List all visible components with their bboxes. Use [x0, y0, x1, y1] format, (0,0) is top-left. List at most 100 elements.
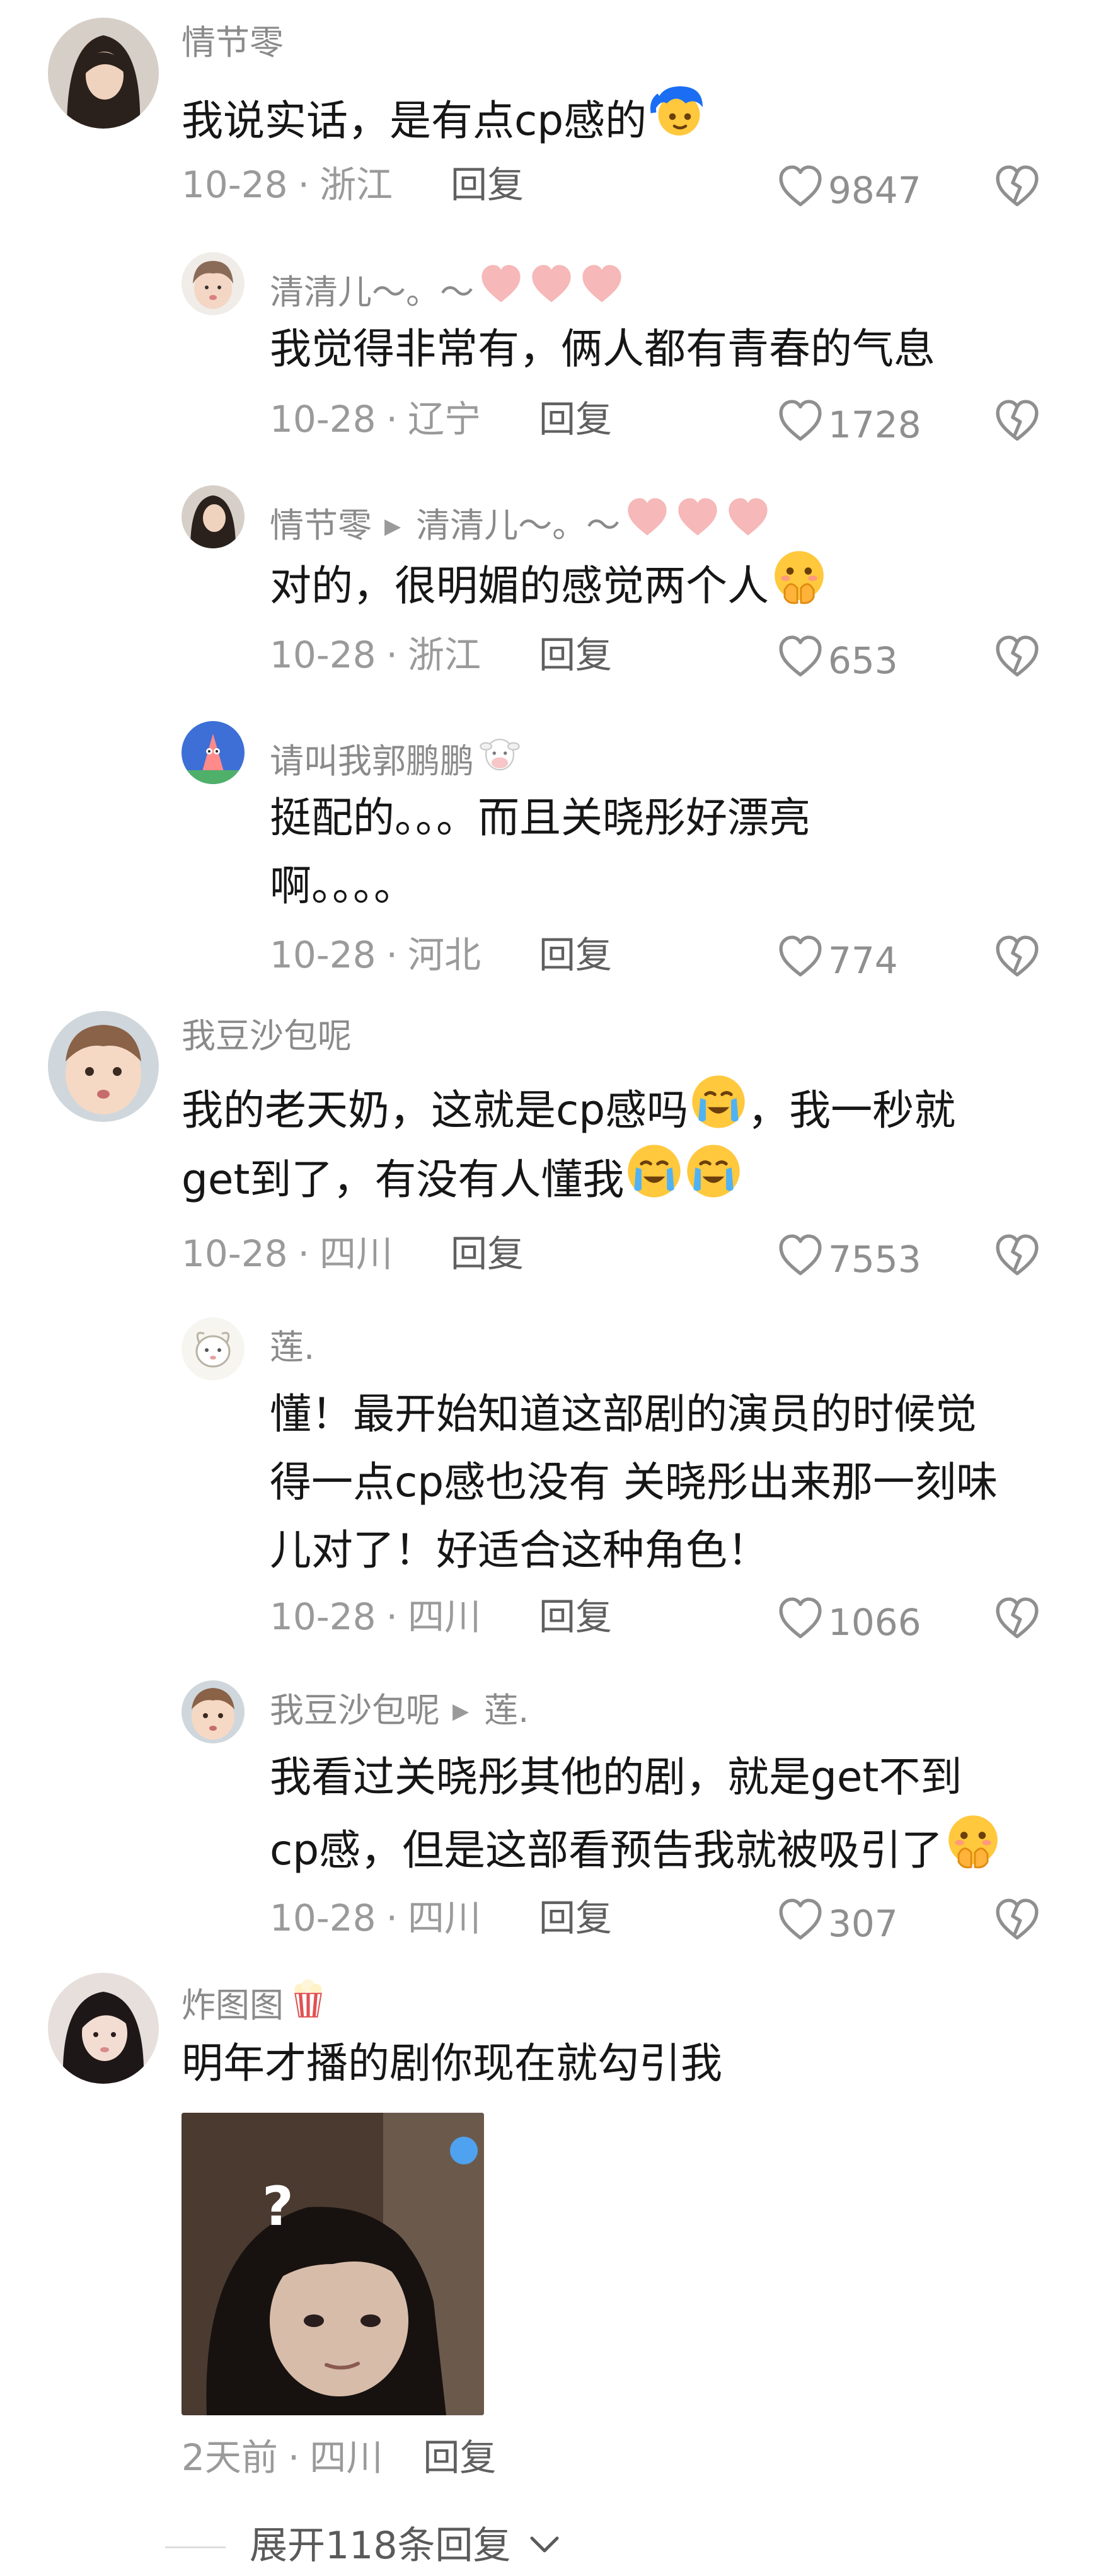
popcorn-badge-icon [287, 1978, 329, 2028]
comment-date: 2天前 [182, 2436, 278, 2479]
like-count: 1728 [828, 403, 921, 446]
pink-heart-icon [674, 495, 721, 548]
dislike-button[interactable] [993, 1232, 1041, 1282]
comment-meta: 10-28 · 四川 回复 [270, 1595, 613, 1638]
reply-button[interactable]: 回复 [451, 1232, 524, 1275]
heart-icon [776, 397, 824, 445]
like-count: 9847 [828, 169, 921, 212]
sticker-image[interactable]: ? [182, 2113, 484, 2415]
comment-date: 10-28 [270, 398, 376, 441]
pink-heart-icon [725, 495, 771, 548]
username[interactable]: 请叫我郭鹏鹏 [270, 731, 522, 784]
like-button[interactable]: 307 [776, 1896, 898, 1946]
dislike-button[interactable] [993, 1896, 1041, 1946]
avatar[interactable] [182, 721, 245, 784]
heart-icon [776, 1595, 824, 1643]
reply-button[interactable]: 回复 [539, 398, 612, 441]
divider [165, 2546, 226, 2548]
comment-text: 我说实话，是有点cp感的 [182, 81, 708, 161]
reply-button[interactable]: 回复 [539, 1897, 612, 1939]
username[interactable]: 莲. [270, 1327, 314, 1368]
comment-date: 10-28 [270, 933, 376, 976]
username[interactable]: 我豆沙包呢 [182, 1016, 352, 1056]
heart-icon [776, 933, 824, 981]
comment-date: 10-28 [270, 1595, 376, 1638]
pink-heart-icon [478, 262, 524, 315]
like-button[interactable]: 1728 [776, 397, 921, 447]
heart-icon [776, 1896, 824, 1944]
comment-region: 四川 [309, 2436, 383, 2479]
like-button[interactable]: 7553 [776, 1232, 921, 1281]
username[interactable]: 情节零 ▶ 清清儿～。～ [270, 495, 771, 548]
comment-text: 我觉得非常有，俩人都有青春的气息 [270, 325, 935, 373]
comment-region: 辽宁 [407, 398, 481, 441]
reply-button[interactable]: 回复 [539, 933, 612, 976]
comment-region: 四川 [407, 1897, 481, 1939]
expand-replies-button[interactable]: 展开118条回复 [250, 2524, 562, 2568]
comment-text: 对的，很明媚的感觉两个人 [270, 548, 828, 627]
broken-heart-icon [993, 1232, 1041, 1279]
comment-region: 河北 [407, 933, 481, 976]
username[interactable]: 我豆沙包呢 ▶ 莲. [270, 1690, 529, 1731]
broken-heart-icon [993, 1595, 1041, 1643]
comment-text-line: 啊。。。。 [270, 862, 415, 910]
heart-icon [776, 163, 824, 211]
like-button[interactable]: 9847 [776, 163, 921, 212]
cow-badge-icon [478, 731, 522, 784]
comment-text-line: 得一点cp感也没有 关晓彤出来那一刻味 [270, 1458, 998, 1506]
pink-heart-icon [528, 262, 575, 315]
avatar[interactable] [182, 1317, 245, 1380]
comment-text-line: 挺配的。。。而且关晓彤好漂亮 [270, 794, 810, 842]
comment-meta: 10-28 · 四川 回复 [270, 1897, 613, 1939]
comment-date: 10-28 [270, 633, 376, 676]
reply-button[interactable]: 回复 [539, 633, 612, 676]
reply-to-username[interactable]: 清清儿～。～ [416, 505, 620, 545]
reply-arrow-icon: ▶ [453, 1699, 470, 1724]
like-count: 774 [828, 939, 898, 982]
reply-to-username[interactable]: 莲. [484, 1690, 529, 1730]
avatar[interactable] [182, 485, 245, 548]
dislike-button[interactable] [993, 1595, 1041, 1645]
pink-heart-icon [624, 495, 671, 548]
broken-heart-icon [993, 163, 1041, 211]
comment-meta: 10-28 · 浙江 回复 [182, 163, 524, 206]
like-button[interactable]: 1066 [776, 1595, 921, 1644]
avatar[interactable] [48, 1011, 159, 1122]
comment-date: 10-28 [182, 163, 288, 206]
comment-text-line: 儿对了！好适合这种角色！ [270, 1526, 769, 1574]
reply-button[interactable]: 回复 [423, 2436, 496, 2479]
comment-meta: 2天前 · 四川 回复 [182, 2436, 497, 2479]
comment-text-line: 懂！最开始知道这部剧的演员的时候觉 [270, 1390, 977, 1438]
comment-region: 浙江 [407, 633, 481, 676]
avatar[interactable] [48, 18, 159, 129]
question-mark-overlay: ? [262, 2175, 294, 2238]
pleading-emoji-icon [944, 1813, 1002, 1891]
username[interactable]: 情节零 [182, 23, 284, 63]
dislike-button[interactable] [993, 633, 1041, 683]
like-button[interactable]: 653 [776, 633, 898, 683]
comment-text-line: 我看过关晓彤其他的剧，就是get不到 [270, 1753, 962, 1801]
like-count: 1066 [828, 1601, 921, 1644]
avatar[interactable] [182, 252, 245, 315]
comment-region: 四川 [407, 1595, 481, 1638]
comment-meta: 10-28 · 河北 回复 [270, 933, 613, 976]
broken-heart-icon [993, 397, 1041, 445]
like-button[interactable]: 774 [776, 933, 898, 983]
username[interactable]: 清清儿～。～ [270, 262, 625, 315]
comment-meta: 10-28 · 辽宁 回复 [270, 398, 613, 441]
dislike-button[interactable] [993, 397, 1041, 448]
dislike-button[interactable] [993, 163, 1041, 213]
comment-date: 10-28 [270, 1897, 376, 1939]
comment-meta: 10-28 · 四川 回复 [182, 1232, 524, 1275]
avatar[interactable] [182, 1680, 245, 1743]
comment-text-line: get到了，有没有人懂我 [182, 1142, 742, 1220]
username[interactable]: 炸图图 [182, 1978, 329, 2028]
reply-button[interactable]: 回复 [539, 1595, 612, 1638]
reply-button[interactable]: 回复 [451, 163, 524, 206]
blue-hair-emoji-icon [648, 81, 708, 161]
comment-text: 明年才播的剧你现在就勾引我 [182, 2039, 722, 2088]
crying-emoji-icon [689, 1073, 747, 1151]
dislike-button[interactable] [993, 933, 1041, 983]
like-count: 653 [828, 639, 898, 682]
avatar[interactable] [48, 1973, 159, 2084]
